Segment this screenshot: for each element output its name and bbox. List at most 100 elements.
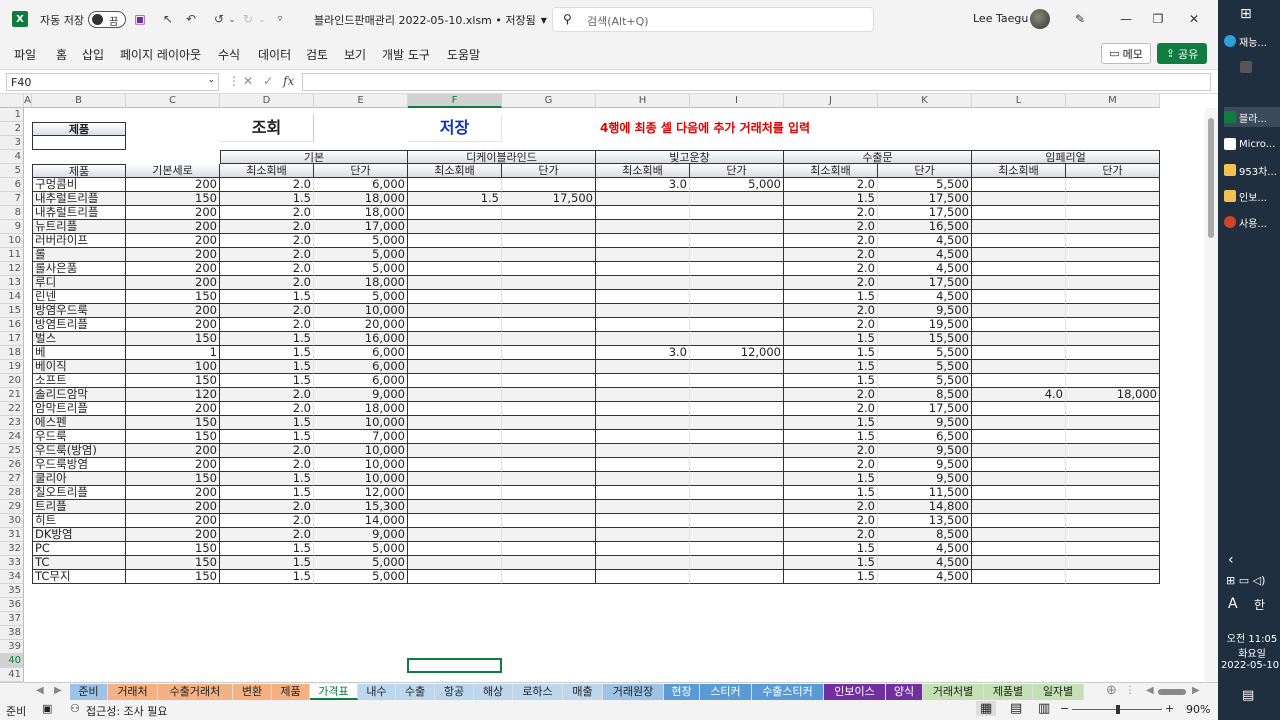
value-cell[interactable] [408,444,502,458]
column-header[interactable]: D [220,94,314,108]
page-break-icon[interactable]: ▥ [1038,701,1050,716]
taskbar-item-microsoft[interactable]: Micro... [1224,134,1280,154]
value-cell[interactable]: 17,500 [502,192,596,206]
value-cell[interactable] [972,192,1066,206]
column-header[interactable]: F [408,94,502,108]
product-name-cell[interactable]: PC [32,542,126,556]
value-cell[interactable] [972,556,1066,570]
value-cell[interactable] [1066,402,1160,416]
menu-insert[interactable]: 삽입 [82,46,104,63]
value-cell[interactable]: 1.5 [784,570,878,584]
value-cell[interactable]: 8,500 [878,528,972,542]
value-cell[interactable]: 1.5 [784,416,878,430]
accessibility-status[interactable]: 접근성: 조사 필요 [86,703,168,719]
value-cell[interactable]: 15,300 [314,500,408,514]
value-cell[interactable]: 1.5 [784,360,878,374]
value-cell[interactable]: 4,500 [878,248,972,262]
value-cell[interactable]: 2.0 [784,234,878,248]
value-cell[interactable] [1066,570,1160,584]
value-cell[interactable]: 1.5 [784,332,878,346]
value-cell[interactable]: 2.0 [220,220,314,234]
value-cell[interactable] [972,514,1066,528]
value-cell[interactable] [972,416,1066,430]
value-cell[interactable]: 1.5 [220,346,314,360]
page-layout-icon[interactable]: ▤ [1010,701,1022,716]
row-header[interactable]: 7 [0,192,24,206]
value-cell[interactable] [690,528,784,542]
value-cell[interactable] [596,472,690,486]
value-cell[interactable]: 2.0 [784,248,878,262]
normal-view-icon[interactable]: ▦ [976,701,997,716]
value-cell[interactable]: 18,000 [314,402,408,416]
search-box[interactable]: ⚲ 검색(Alt+Q) [552,7,874,32]
value-cell[interactable]: 2.0 [220,528,314,542]
value-cell[interactable] [408,360,502,374]
product-name-cell[interactable]: TC무지 [32,570,126,584]
value-cell[interactable]: 17,500 [878,206,972,220]
value-cell[interactable]: 150 [126,332,220,346]
chevron-down-icon[interactable]: ⌄ [254,11,270,27]
value-cell[interactable] [408,248,502,262]
column-header[interactable]: A [24,94,32,108]
value-cell[interactable] [1066,262,1160,276]
value-cell[interactable] [1066,556,1160,570]
value-cell[interactable] [502,178,596,192]
value-cell[interactable] [972,318,1066,332]
value-cell[interactable]: 6,500 [878,430,972,444]
value-cell[interactable] [596,486,690,500]
value-cell[interactable]: 2.0 [784,304,878,318]
value-cell[interactable] [502,234,596,248]
value-cell[interactable] [502,542,596,556]
value-cell[interactable]: 9,500 [878,444,972,458]
value-cell[interactable] [408,570,502,584]
row-header[interactable]: 4 [0,150,24,164]
value-cell[interactable]: 1.5 [220,374,314,388]
value-cell[interactable] [596,528,690,542]
row-header[interactable]: 33 [0,556,24,570]
product-name-cell[interactable]: 트리플 [32,500,126,514]
value-cell[interactable] [502,220,596,234]
value-cell[interactable]: 18,000 [1066,388,1160,402]
sheet-tab[interactable]: 양식 [886,684,923,700]
value-cell[interactable]: 200 [126,262,220,276]
sheet-tab[interactable]: 거래처 [108,684,158,700]
product-name-cell[interactable]: 베이직 [32,360,126,374]
value-cell[interactable] [972,374,1066,388]
value-cell[interactable]: 7,000 [314,430,408,444]
value-cell[interactable]: 200 [126,234,220,248]
row-header[interactable]: 2 [0,122,24,136]
value-cell[interactable]: 9,000 [314,528,408,542]
value-cell[interactable]: 150 [126,416,220,430]
value-cell[interactable] [596,542,690,556]
customize-toolbar-icon[interactable]: ▿ [272,11,288,27]
value-cell[interactable] [408,304,502,318]
row-header[interactable]: 35 [0,584,24,598]
value-cell[interactable]: 10,000 [314,416,408,430]
value-cell[interactable] [1066,360,1160,374]
menu-formulas[interactable]: 수식 [218,46,240,63]
value-cell[interactable] [690,416,784,430]
product-name-cell[interactable]: 에스펜 [32,416,126,430]
value-cell[interactable] [502,262,596,276]
value-cell[interactable] [408,332,502,346]
value-cell[interactable] [596,290,690,304]
share-button[interactable]: ⇪ 공유 [1157,43,1207,64]
value-cell[interactable] [690,374,784,388]
selected-cell[interactable] [407,658,502,673]
value-cell[interactable] [972,528,1066,542]
row-header[interactable]: 24 [0,430,24,444]
value-cell[interactable]: 2.0 [220,402,314,416]
value-cell[interactable]: 1.5 [220,472,314,486]
value-cell[interactable] [502,318,596,332]
value-cell[interactable]: 1.5 [408,192,502,206]
value-cell[interactable]: 1.5 [784,374,878,388]
value-cell[interactable]: 4,500 [878,556,972,570]
value-cell[interactable] [972,262,1066,276]
value-cell[interactable] [596,234,690,248]
value-cell[interactable]: 1.5 [784,472,878,486]
value-cell[interactable]: 150 [126,192,220,206]
value-cell[interactable]: 1.5 [220,332,314,346]
value-cell[interactable]: 10,000 [314,444,408,458]
value-cell[interactable]: 5,000 [314,248,408,262]
value-cell[interactable]: 200 [126,486,220,500]
